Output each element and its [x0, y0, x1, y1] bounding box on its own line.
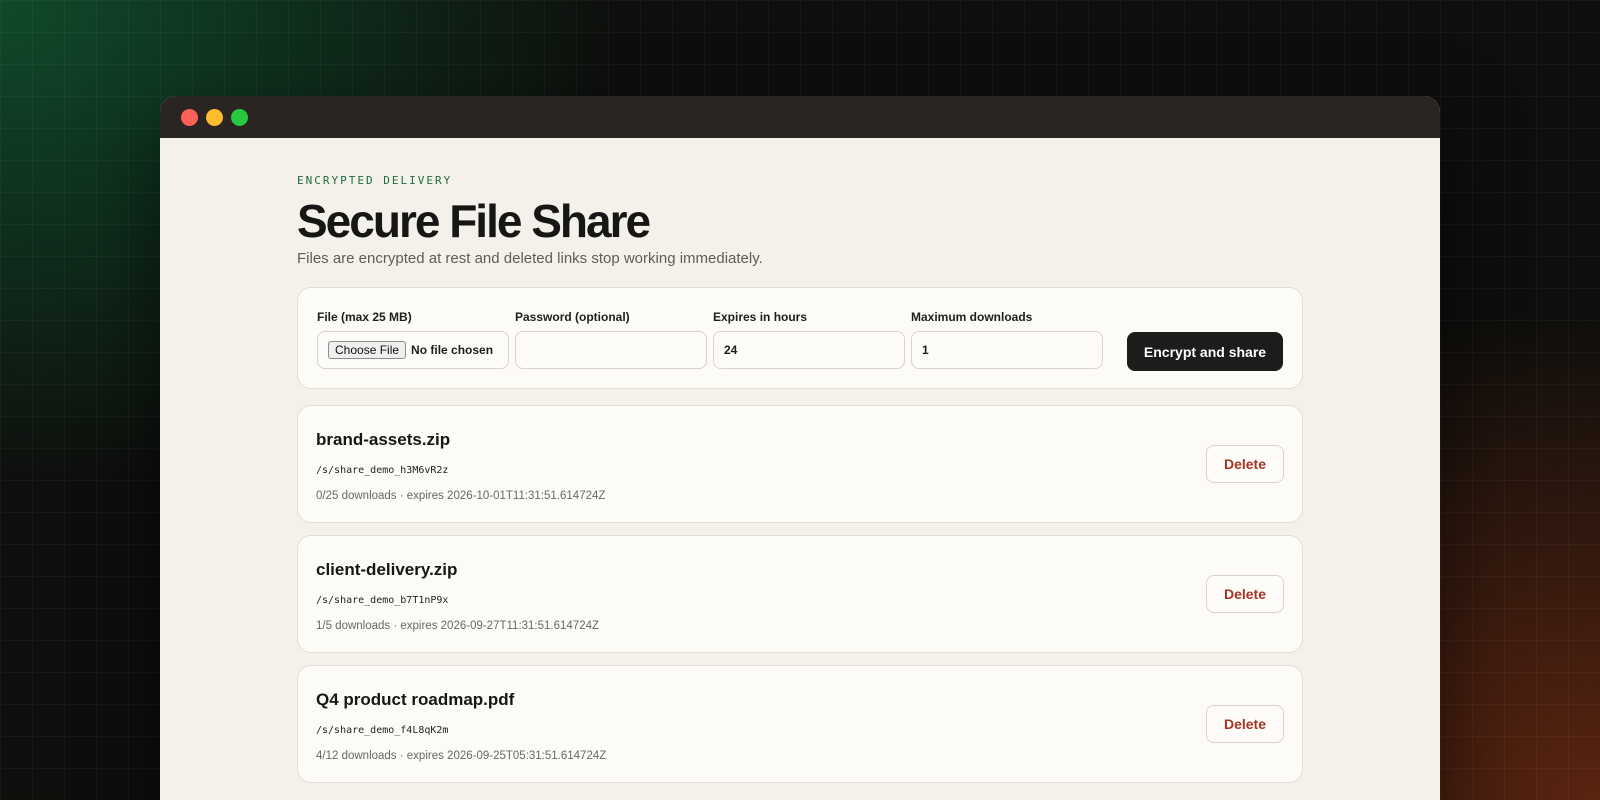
share-link[interactable]: /s/share_demo_h3M6vR2z: [316, 465, 448, 476]
file-name: Q4 product roadmap.pdf: [316, 690, 515, 709]
choose-file-button[interactable]: Choose File: [328, 341, 407, 359]
expires-input[interactable]: 24: [713, 331, 905, 369]
list-item: brand-assets.zip /s/share_demo_h3M6vR2z …: [297, 405, 1303, 523]
share-link[interactable]: /s/share_demo_b7T1nP9x: [316, 595, 448, 606]
file-status-text: No file chosen: [411, 343, 494, 357]
file-meta: 1/5 downloads · expires 2026-09-27T11:31…: [316, 620, 600, 632]
delete-button[interactable]: Delete: [1206, 445, 1284, 483]
max-downloads-input[interactable]: 1: [911, 331, 1103, 369]
close-window-icon[interactable]: [181, 108, 198, 126]
delete-button[interactable]: Delete: [1206, 575, 1284, 613]
expires-field-label: Expires in hours: [713, 310, 808, 324]
max-downloads-field: Maximum downloads 1: [911, 310, 1103, 369]
maximize-window-icon[interactable]: [231, 108, 248, 126]
page-title: Secure File Share: [297, 195, 651, 247]
file-input[interactable]: Choose File No file chosen: [317, 331, 509, 369]
password-field-label: Password (optional): [515, 310, 630, 324]
shared-file-list: brand-assets.zip /s/share_demo_h3M6vR2z …: [297, 405, 1303, 783]
password-field: Password (optional): [515, 310, 707, 369]
password-input[interactable]: [515, 331, 707, 369]
main-content: ENCRYPTED DELIVERY Secure File Share Fil…: [297, 138, 1303, 795]
list-item: Q4 product roadmap.pdf /s/share_demo_f4L…: [297, 665, 1303, 783]
max-downloads-field-label: Maximum downloads: [911, 310, 1033, 324]
file-name: client-delivery.zip: [316, 560, 458, 579]
encrypt-and-share-button[interactable]: Encrypt and share: [1127, 332, 1283, 371]
share-link[interactable]: /s/share_demo_f4L8qK2m: [316, 725, 448, 736]
file-field: File (max 25 MB) Choose File No file cho…: [317, 310, 509, 369]
expires-field: Expires in hours 24: [713, 310, 905, 369]
delete-button[interactable]: Delete: [1206, 705, 1284, 743]
file-meta: 4/12 downloads · expires 2026-09-25T05:3…: [316, 750, 607, 762]
upload-form: File (max 25 MB) Choose File No file cho…: [297, 287, 1303, 389]
page-subtitle: Files are encrypted at rest and deleted …: [297, 250, 763, 267]
browser-window: ENCRYPTED DELIVERY Secure File Share Fil…: [160, 96, 1440, 800]
file-name: brand-assets.zip: [316, 430, 451, 449]
minimize-window-icon[interactable]: [206, 108, 223, 126]
file-field-label: File (max 25 MB): [317, 310, 412, 324]
window-titlebar: [160, 96, 1440, 138]
eyebrow-label: ENCRYPTED DELIVERY: [297, 174, 453, 187]
list-item: client-delivery.zip /s/share_demo_b7T1nP…: [297, 535, 1303, 653]
file-meta: 0/25 downloads · expires 2026-10-01T11:3…: [316, 490, 606, 502]
